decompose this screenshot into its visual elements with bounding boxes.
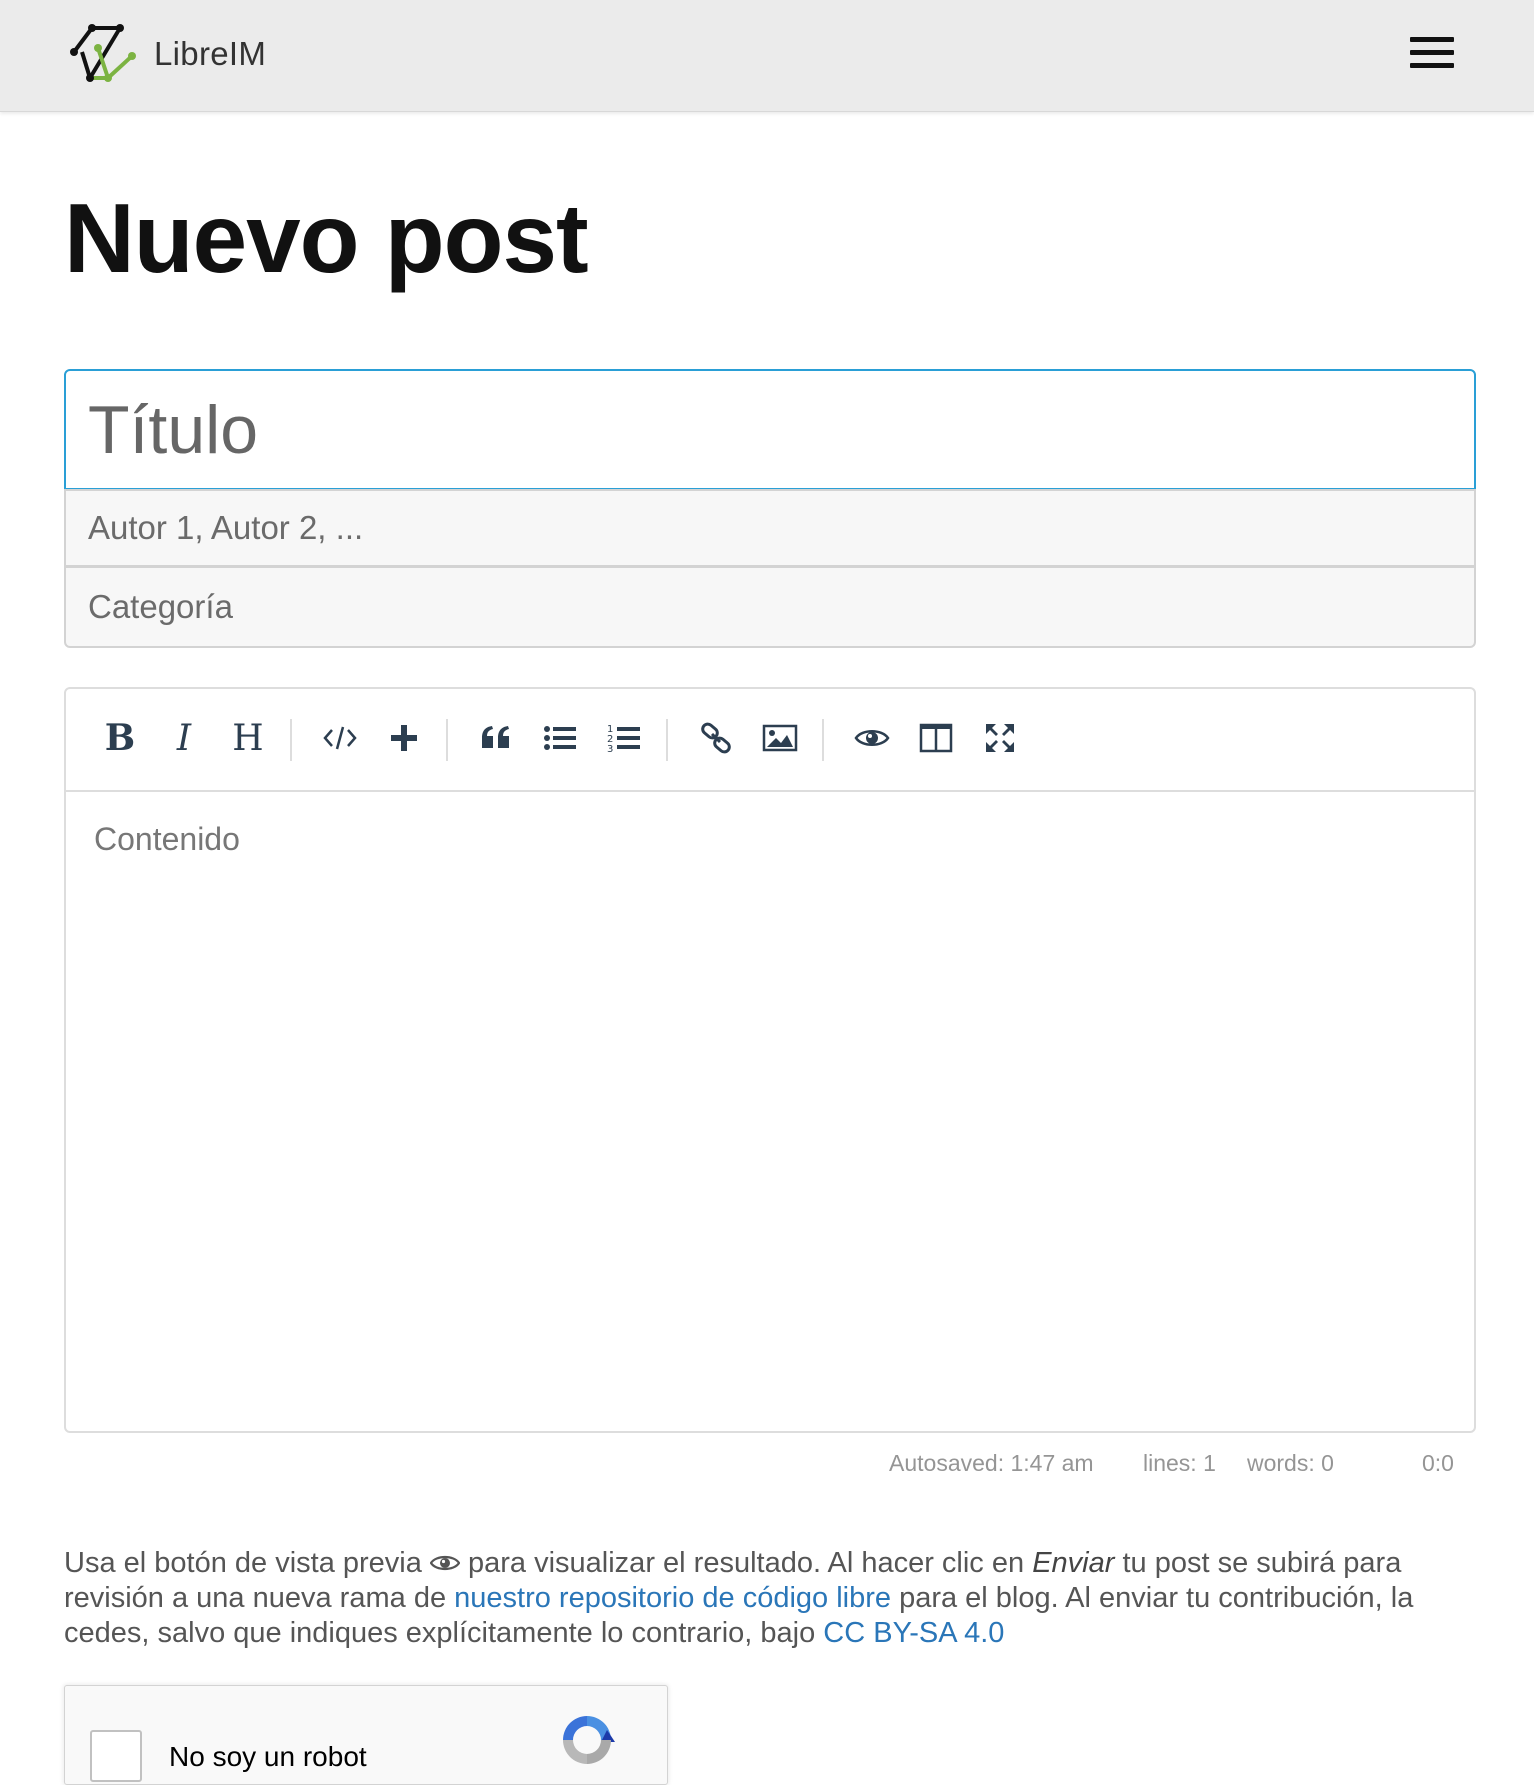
libreim-logo-icon: [70, 24, 136, 82]
hamburger-menu-icon: [1410, 37, 1454, 42]
toolbar-separator: [290, 719, 292, 761]
recaptcha-logo-icon: [563, 1716, 615, 1764]
bold-button[interactable]: B: [94, 711, 146, 765]
submission-notice: Usa el botón de vista previa para visual…: [64, 1546, 1484, 1651]
quote-icon: [482, 726, 509, 748]
italic-button[interactable]: I: [158, 711, 210, 765]
editor-toolbar: B I H 1 2 3: [66, 689, 1474, 792]
link-icon: [701, 722, 731, 754]
insert-button[interactable]: [378, 711, 430, 765]
code-button[interactable]: [314, 711, 366, 765]
svg-text:3: 3: [607, 744, 613, 755]
brand-link[interactable]: LibreIM: [68, 22, 266, 86]
notice-enviar: Enviar: [1032, 1547, 1115, 1579]
navbar: LibreIM: [0, 0, 1534, 112]
autosave-status: Autosaved: 1:47 am: [889, 1450, 1094, 1476]
bold-icon: B: [104, 717, 136, 759]
repository-link[interactable]: nuestro repositorio de código libre: [454, 1582, 891, 1614]
heading-button[interactable]: H: [222, 711, 274, 765]
unordered-list-button[interactable]: [534, 711, 586, 765]
heading-icon: H: [232, 717, 264, 759]
authors-placeholder: Autor 1, Autor 2, ...: [88, 509, 364, 546]
toolbar-separator: [666, 719, 668, 761]
italic-icon: I: [176, 717, 192, 759]
ordered-list-button[interactable]: 1 2 3: [598, 711, 650, 765]
notice-text-2: para visualizar el resultado. Al hacer c…: [468, 1547, 1025, 1579]
unordered-list-icon: [544, 726, 576, 750]
title-input[interactable]: Título: [64, 369, 1476, 490]
word-count: words: 0: [1247, 1450, 1334, 1476]
image-button[interactable]: [754, 711, 806, 765]
eye-icon: [429, 1555, 460, 1571]
image-icon: [762, 724, 798, 752]
link-button[interactable]: [690, 711, 742, 765]
brand-name: LibreIM: [154, 35, 267, 72]
fullscreen-button[interactable]: [974, 711, 1026, 765]
license-link[interactable]: CC BY-SA 4.0: [823, 1617, 1004, 1649]
preview-eye-icon: [854, 730, 890, 746]
side-by-side-button[interactable]: [910, 711, 962, 765]
content-placeholder: Contenido: [94, 821, 240, 857]
menu-toggle-button[interactable]: [1410, 37, 1454, 71]
notice-text-1: Usa el botón de vista previa: [64, 1547, 422, 1579]
category-input[interactable]: Categoría: [64, 566, 1476, 648]
cursor-position: 0:0: [1422, 1450, 1454, 1476]
title-placeholder: Título: [88, 391, 259, 468]
recaptcha-label: No soy un robot: [169, 1741, 367, 1772]
code-icon: [323, 726, 357, 750]
ordered-list-icon: 1 2 3: [607, 724, 640, 755]
content-textarea[interactable]: Contenido: [94, 821, 240, 858]
side-by-side-icon: [919, 723, 953, 753]
toolbar-separator: [446, 719, 448, 761]
recaptcha-widget: No soy un robot: [64, 1685, 668, 1785]
category-placeholder: Categoría: [88, 588, 233, 625]
recaptcha-checkbox[interactable]: [90, 1730, 142, 1782]
plus-icon: [391, 725, 417, 751]
preview-button[interactable]: [846, 711, 898, 765]
toolbar-separator: [822, 719, 824, 761]
markdown-editor: B I H 1 2 3 Contenido: [64, 687, 1476, 1433]
page-title: Nuevo post: [64, 183, 589, 293]
line-count: lines: 1: [1143, 1450, 1216, 1476]
authors-input[interactable]: Autor 1, Autor 2, ...: [64, 489, 1476, 567]
quote-button[interactable]: [470, 711, 522, 765]
fullscreen-icon: [986, 724, 1014, 752]
